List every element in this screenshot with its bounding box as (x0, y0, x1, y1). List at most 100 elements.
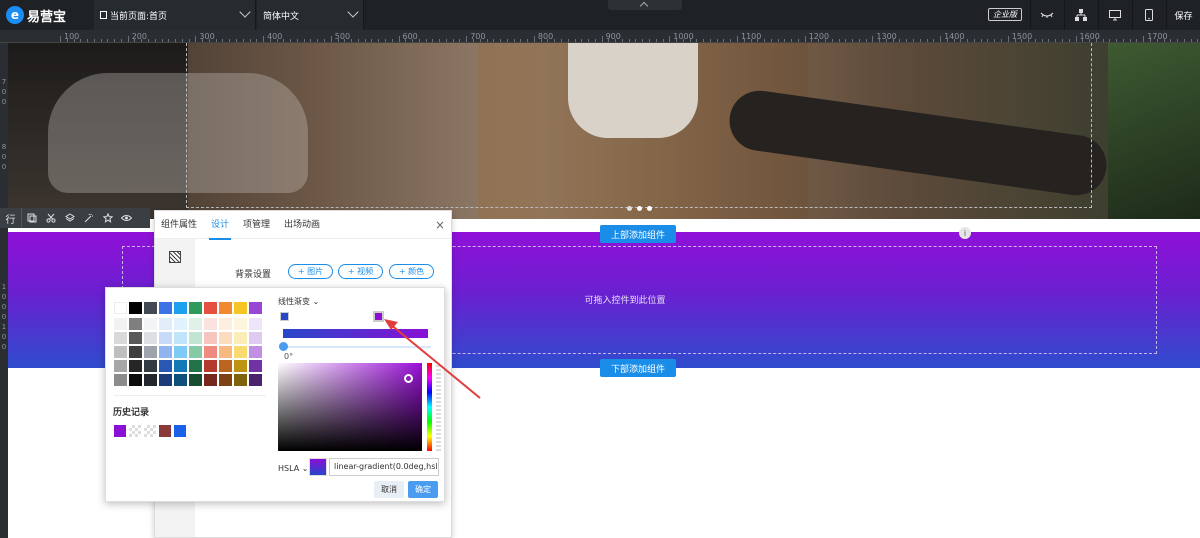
carousel-dot-active[interactable] (637, 206, 642, 211)
color-swatch[interactable] (159, 318, 172, 330)
color-swatch[interactable] (129, 318, 142, 330)
app-logo[interactable]: e 易营宝 (6, 5, 84, 25)
copy-icon[interactable] (22, 208, 41, 228)
color-swatch[interactable] (204, 332, 217, 344)
row-label[interactable]: 行 (0, 208, 22, 228)
color-swatch[interactable] (174, 332, 187, 344)
color-swatch[interactable] (204, 346, 217, 358)
color-swatch[interactable] (114, 346, 127, 358)
color-swatch[interactable] (159, 302, 172, 314)
color-swatch[interactable] (159, 332, 172, 344)
add-image-button[interactable]: + 图片 (288, 264, 333, 279)
color-swatch[interactable] (114, 332, 127, 344)
history-swatch[interactable] (159, 425, 171, 437)
color-swatch[interactable] (174, 346, 187, 358)
color-swatch[interactable] (159, 360, 172, 372)
add-video-button[interactable]: + 视频 (338, 264, 383, 279)
tab-entrance-animation[interactable]: 出场动画 (284, 211, 320, 239)
cancel-button[interactable]: 取消 (374, 481, 404, 498)
color-swatch[interactable] (129, 302, 142, 314)
color-swatch[interactable] (189, 318, 202, 330)
color-swatch[interactable] (204, 318, 217, 330)
magic-icon[interactable] (79, 208, 98, 228)
add-color-button[interactable]: + 颜色 (389, 264, 434, 279)
color-swatch[interactable] (114, 318, 127, 330)
alpha-slider[interactable] (436, 363, 441, 451)
color-swatch[interactable] (189, 302, 202, 314)
color-swatch[interactable] (144, 302, 157, 314)
gradient-preview-bar[interactable] (283, 329, 428, 338)
carousel-dot[interactable] (647, 206, 652, 211)
close-icon[interactable]: × (435, 218, 445, 232)
color-swatch[interactable] (219, 374, 232, 386)
gradient-stop-end[interactable] (373, 311, 384, 322)
mobile-view-button[interactable] (1132, 0, 1164, 30)
preview-button[interactable] (1030, 0, 1062, 30)
color-swatch[interactable] (249, 374, 262, 386)
color-swatch[interactable] (129, 332, 142, 344)
color-swatch[interactable] (219, 318, 232, 330)
scissors-icon[interactable] (41, 208, 60, 228)
color-swatch[interactable] (174, 302, 187, 314)
color-swatch[interactable] (234, 318, 247, 330)
color-swatch[interactable] (249, 332, 262, 344)
gradient-mode-select[interactable]: 线性渐变 ⌄ (278, 296, 319, 307)
color-swatch[interactable] (204, 360, 217, 372)
color-mode-select[interactable]: HSLA ⌄ (278, 464, 308, 473)
tab-component-properties[interactable]: 组件属性 (161, 211, 197, 239)
color-swatch[interactable] (219, 302, 232, 314)
eye-icon[interactable] (117, 208, 136, 228)
color-swatch[interactable] (204, 302, 217, 314)
color-swatch[interactable] (234, 374, 247, 386)
page-selector[interactable]: 当前页面:首页 (94, 0, 256, 30)
hue-slider[interactable] (427, 363, 432, 451)
angle-slider-track[interactable] (283, 346, 431, 348)
tab-item-management[interactable]: 项管理 (243, 211, 270, 239)
history-swatch[interactable] (174, 425, 186, 437)
layers-icon[interactable] (60, 208, 79, 228)
color-swatch[interactable] (174, 374, 187, 386)
color-swatch[interactable] (189, 346, 202, 358)
carousel-dot[interactable] (627, 206, 632, 211)
color-swatch[interactable] (159, 374, 172, 386)
desktop-view-button[interactable] (1098, 0, 1130, 30)
color-value-input[interactable]: linear-gradient(0.0deg,hsl (329, 458, 439, 476)
history-swatch[interactable] (114, 425, 126, 437)
history-swatch[interactable] (129, 425, 141, 437)
color-swatch[interactable] (114, 360, 127, 372)
color-swatch[interactable] (129, 360, 142, 372)
angle-slider-handle[interactable] (279, 342, 288, 351)
sitemap-button[interactable] (1064, 0, 1096, 30)
add-component-below-button[interactable]: 下部添加组件 (600, 359, 676, 377)
saturation-panel[interactable] (278, 363, 422, 451)
color-swatch[interactable] (114, 374, 127, 386)
color-swatch[interactable] (234, 302, 247, 314)
confirm-button[interactable]: 确定 (408, 481, 438, 498)
color-swatch[interactable] (129, 346, 142, 358)
color-swatch[interactable] (249, 318, 262, 330)
collapse-toolbar-button[interactable] (608, 0, 682, 11)
save-button[interactable]: 保存 (1166, 0, 1200, 30)
color-swatch[interactable] (219, 360, 232, 372)
saturation-cursor[interactable] (404, 374, 413, 383)
color-swatch[interactable] (249, 346, 262, 358)
color-swatch[interactable] (189, 332, 202, 344)
star-icon[interactable] (98, 208, 117, 228)
color-swatch[interactable] (234, 332, 247, 344)
color-swatch[interactable] (144, 374, 157, 386)
color-swatch[interactable] (234, 360, 247, 372)
color-swatch[interactable] (189, 360, 202, 372)
color-swatch[interactable] (144, 332, 157, 344)
color-swatch[interactable] (174, 360, 187, 372)
color-swatch[interactable] (234, 346, 247, 358)
color-swatch[interactable] (114, 302, 127, 314)
color-swatch[interactable] (189, 374, 202, 386)
color-swatch[interactable] (219, 332, 232, 344)
color-swatch[interactable] (144, 360, 157, 372)
color-swatch[interactable] (129, 374, 142, 386)
add-component-above-button[interactable]: 上部添加组件 (600, 225, 676, 243)
color-swatch[interactable] (144, 346, 157, 358)
tab-design[interactable]: 设计 (209, 211, 232, 240)
color-swatch[interactable] (144, 318, 157, 330)
info-icon[interactable]: i (959, 227, 971, 239)
